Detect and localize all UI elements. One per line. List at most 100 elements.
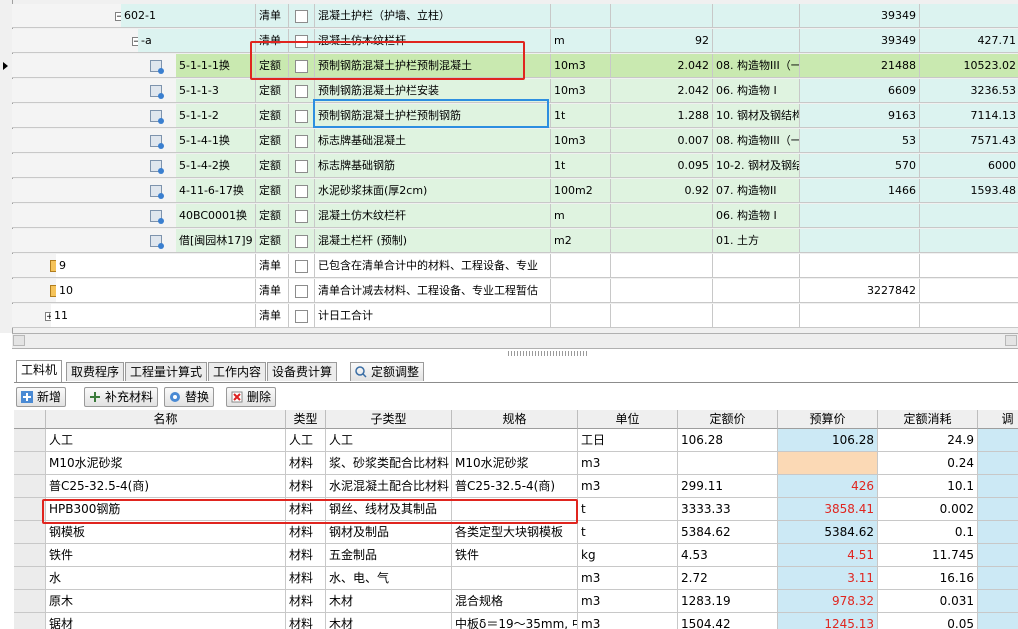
material-cell-budget[interactable]: 426 xyxy=(778,475,878,498)
material-cell-sub[interactable]: 木材 xyxy=(326,613,452,629)
tree-cell-b[interactable] xyxy=(920,254,1018,278)
column-header-adj[interactable]: 调 xyxy=(978,410,1018,429)
row-checkbox[interactable] xyxy=(295,284,308,298)
tree-cell-type[interactable]: 定额 xyxy=(256,154,289,178)
material-cell-sub[interactable]: 浆、砂浆类配合比材料 xyxy=(326,452,452,475)
material-cell-quota[interactable] xyxy=(678,452,778,475)
material-cell-adj[interactable] xyxy=(978,429,1018,452)
row-checkbox[interactable] xyxy=(295,309,308,323)
tree-cell-name[interactable]: 标志牌基础混凝土 xyxy=(315,129,551,153)
tree-row[interactable]: 5-1-4-1换 定额 标志牌基础混凝土 10m3 0.007 08. 构造物III（一 5… xyxy=(12,129,1018,154)
tree-row[interactable]: 9 清单 已包含在清单合计中的材料、工程设备、专业 xyxy=(12,254,1018,279)
tree-cell-code[interactable]: 5-1-1-1换 xyxy=(176,54,256,78)
material-cell-unit[interactable]: t xyxy=(578,498,678,521)
material-cell-sub[interactable]: 五金制品 xyxy=(326,544,452,567)
replace-button[interactable]: 替换 xyxy=(164,387,215,407)
tree-cell-qty[interactable]: 2.042 xyxy=(611,54,713,78)
row-checkbox[interactable] xyxy=(295,259,308,273)
tree-cell-b[interactable] xyxy=(920,304,1018,328)
material-cell-spec[interactable]: 各类定型大块钢模板 xyxy=(452,521,578,544)
material-cell-spec[interactable] xyxy=(452,567,578,590)
column-header-unit[interactable]: 单位 xyxy=(578,410,678,429)
tree-cell-b[interactable]: 6000 xyxy=(920,154,1018,178)
material-cell-budget[interactable]: 5384.62 xyxy=(778,521,878,544)
material-cell-consume[interactable]: 0.031 xyxy=(878,590,978,613)
column-header-budget[interactable]: 预算价 xyxy=(778,410,878,429)
tree-row[interactable]: +11 清单 计日工合计 xyxy=(12,304,1018,329)
tab-fee-procedure[interactable]: 取费程序 xyxy=(66,362,125,381)
material-cell-budget[interactable]: 1245.13 xyxy=(778,613,878,629)
row-selector[interactable] xyxy=(14,544,46,567)
tree-row[interactable]: 5-1-4-2换 定额 标志牌基础钢筋 1t 0.095 10-2. 钢材及钢结 570 60… xyxy=(12,154,1018,179)
material-cell-name[interactable]: 锯材 xyxy=(46,613,286,629)
material-cell-budget[interactable]: 106.28 xyxy=(778,429,878,452)
column-header-name[interactable]: 名称 xyxy=(46,410,286,429)
horizontal-scrollbar[interactable] xyxy=(12,333,1018,349)
material-cell-consume[interactable]: 11.745 xyxy=(878,544,978,567)
tree-cell-qty[interactable]: 2.042 xyxy=(611,79,713,103)
tree-cell-a[interactable]: 21488 xyxy=(800,54,920,78)
tree-row[interactable]: 借[闽园林17]9 定额 混凝土栏杆 (预制) m2 01. 土方 xyxy=(12,229,1018,254)
tree-cell-cat[interactable] xyxy=(713,4,800,28)
row-selector[interactable] xyxy=(14,429,46,452)
material-cell-adj[interactable] xyxy=(978,475,1018,498)
tree-cell-a[interactable]: 39349 xyxy=(800,29,920,53)
checkbox-cell[interactable] xyxy=(289,254,315,278)
tree-cell-type[interactable]: 定额 xyxy=(256,129,289,153)
tree-cell-code[interactable]: 5-1-4-2换 xyxy=(176,154,256,178)
material-cell-adj[interactable] xyxy=(978,613,1018,629)
tree-cell-b[interactable]: 7571.43 xyxy=(920,129,1018,153)
material-cell-name[interactable]: 钢模板 xyxy=(46,521,286,544)
tree-cell-unit[interactable] xyxy=(551,4,611,28)
row-selector[interactable] xyxy=(14,521,46,544)
material-cell-spec[interactable]: 铁件 xyxy=(452,544,578,567)
tree-cell-cat[interactable] xyxy=(713,29,800,53)
material-cell-quota[interactable]: 1283.19 xyxy=(678,590,778,613)
material-cell-quota[interactable]: 299.11 xyxy=(678,475,778,498)
material-cell-unit[interactable]: m3 xyxy=(578,452,678,475)
checkbox-cell[interactable] xyxy=(289,179,315,203)
material-cell-quota[interactable]: 3333.33 xyxy=(678,498,778,521)
tree-cell-qty[interactable]: 0.92 xyxy=(611,179,713,203)
tab-work-content[interactable]: 工作内容 xyxy=(208,362,267,381)
material-cell-consume[interactable]: 16.16 xyxy=(878,567,978,590)
tree-cell-qty[interactable]: 0.095 xyxy=(611,154,713,178)
tree-cell-unit[interactable]: m xyxy=(551,204,611,228)
tree-cell-unit[interactable] xyxy=(551,279,611,303)
material-cell-type[interactable]: 人工 xyxy=(286,429,326,452)
material-cell-consume[interactable]: 10.1 xyxy=(878,475,978,498)
row-selector[interactable] xyxy=(14,613,46,629)
tree-cell-b[interactable] xyxy=(920,229,1018,253)
tree-cell-name[interactable]: 已包含在清单合计中的材料、工程设备、专业 xyxy=(315,254,551,278)
material-cell-sub[interactable]: 水泥混凝土配合比材料 xyxy=(326,475,452,498)
tree-cell-cat[interactable]: 06. 构造物 I xyxy=(713,204,800,228)
checkbox-cell[interactable] xyxy=(289,279,315,303)
tree-cell-type[interactable]: 定额 xyxy=(256,179,289,203)
tree-cell-type[interactable]: 定额 xyxy=(256,104,289,128)
tree-cell-name[interactable]: 计日工合计 xyxy=(315,304,551,328)
row-checkbox[interactable] xyxy=(295,84,308,98)
material-cell-budget[interactable] xyxy=(778,452,878,475)
material-cell-budget[interactable]: 3.11 xyxy=(778,567,878,590)
tree-cell-a[interactable]: 39349 xyxy=(800,4,920,28)
tree-cell-unit[interactable]: 1t xyxy=(551,154,611,178)
tree-cell-b[interactable]: 3236.53 xyxy=(920,79,1018,103)
tree-cell-b[interactable]: 1593.48 xyxy=(920,179,1018,203)
material-cell-unit[interactable]: m3 xyxy=(578,590,678,613)
row-checkbox[interactable] xyxy=(295,109,308,123)
row-selector[interactable] xyxy=(14,475,46,498)
material-cell-unit[interactable]: m3 xyxy=(578,567,678,590)
tree-cell-a[interactable] xyxy=(800,229,920,253)
material-cell-budget[interactable]: 4.51 xyxy=(778,544,878,567)
tree-row[interactable]: −602-1 清单 混凝土护栏（护墙、立柱） 39349 xyxy=(12,4,1018,29)
splitter-grip[interactable] xyxy=(508,351,588,356)
material-cell-sub[interactable]: 木材 xyxy=(326,590,452,613)
tree-cell-unit[interactable]: 1t xyxy=(551,104,611,128)
row-selector[interactable] xyxy=(14,567,46,590)
material-cell-name[interactable]: 人工 xyxy=(46,429,286,452)
tree-cell-name[interactable]: 水泥砂浆抹面(厚2cm) xyxy=(315,179,551,203)
material-cell-name[interactable]: 铁件 xyxy=(46,544,286,567)
tree-cell-type[interactable]: 定额 xyxy=(256,229,289,253)
tree-cell-cat[interactable] xyxy=(713,279,800,303)
tree-cell-code[interactable]: 5-1-4-1换 xyxy=(176,129,256,153)
